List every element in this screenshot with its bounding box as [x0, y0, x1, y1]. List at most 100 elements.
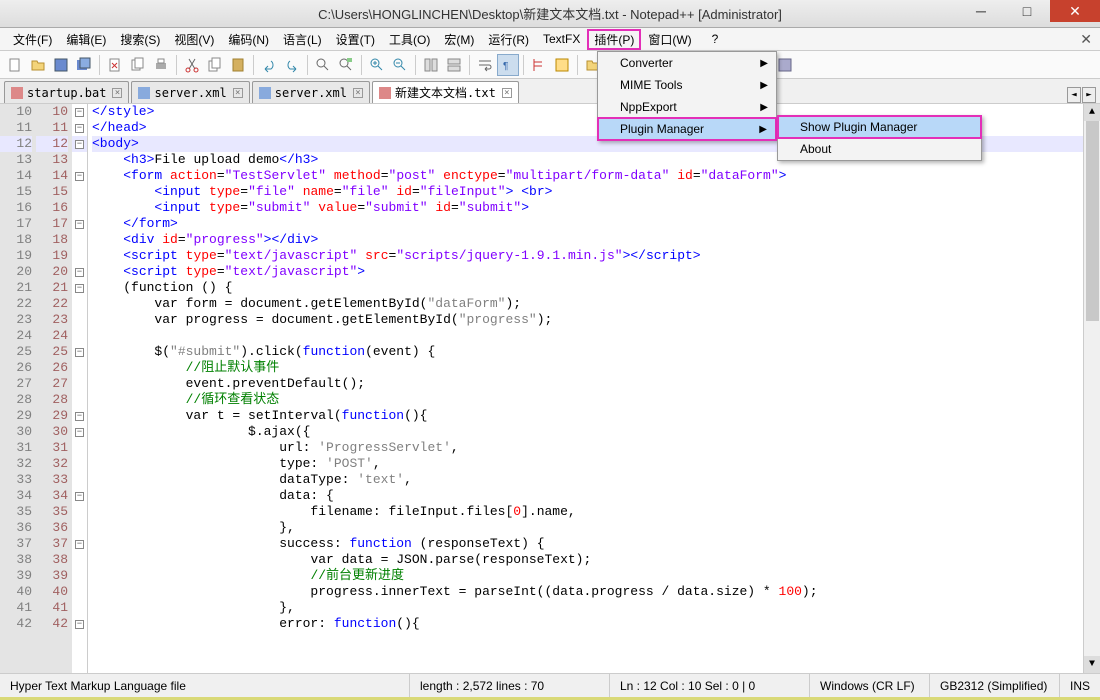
- close-all-icon[interactable]: [127, 54, 149, 76]
- code-line[interactable]: [92, 328, 1100, 344]
- code-line[interactable]: //阻止默认事件: [92, 360, 1100, 376]
- code-line[interactable]: (function () {: [92, 280, 1100, 296]
- minimize-button[interactable]: ─: [958, 0, 1004, 22]
- redo-icon[interactable]: [281, 54, 303, 76]
- menu-item-plugin-manager[interactable]: Plugin Manager▶: [598, 118, 776, 140]
- code-line[interactable]: url: 'ProgressServlet',: [92, 440, 1100, 456]
- gutter-fold[interactable]: −−−−−−−−−−−−−: [72, 104, 88, 673]
- code-line[interactable]: success: function (responseText) {: [92, 536, 1100, 552]
- code-line[interactable]: },: [92, 600, 1100, 616]
- status-eol[interactable]: Windows (CR LF): [810, 674, 930, 697]
- fold-toggle-icon[interactable]: −: [75, 284, 84, 293]
- menu-item-about[interactable]: About: [778, 138, 981, 160]
- status-encoding[interactable]: GB2312 (Simplified): [930, 674, 1060, 697]
- code-line[interactable]: //前台更新进度: [92, 568, 1100, 584]
- fold-toggle-icon[interactable]: −: [75, 412, 84, 421]
- file-tab[interactable]: server.xml×: [131, 81, 249, 103]
- editor-area[interactable]: 1011121314151617181920212223242526272829…: [0, 104, 1100, 673]
- tab-close-icon[interactable]: ×: [502, 88, 512, 98]
- code-line[interactable]: <input type="file" name="file" id="fileI…: [92, 184, 1100, 200]
- code-line[interactable]: <div id="progress"></div>: [92, 232, 1100, 248]
- close-file-icon[interactable]: [104, 54, 126, 76]
- file-tab[interactable]: 新建文本文档.txt×: [372, 81, 519, 103]
- code-line[interactable]: data: {: [92, 488, 1100, 504]
- undo-icon[interactable]: [258, 54, 280, 76]
- save-icon[interactable]: [50, 54, 72, 76]
- menu-item-show-plugin-manager[interactable]: Show Plugin Manager: [778, 116, 981, 138]
- fold-toggle-icon[interactable]: −: [75, 108, 84, 117]
- show-all-icon[interactable]: ¶: [497, 54, 519, 76]
- file-tab[interactable]: startup.bat×: [4, 81, 129, 103]
- fold-toggle-icon[interactable]: −: [75, 172, 84, 181]
- paste-icon[interactable]: [227, 54, 249, 76]
- scroll-down-icon[interactable]: ▼: [1084, 656, 1100, 673]
- file-tab[interactable]: server.xml×: [252, 81, 370, 103]
- menu-help[interactable]: ?: [705, 30, 726, 48]
- code-content[interactable]: </style></head><body> <h3>File upload de…: [88, 104, 1100, 673]
- zoom-out-icon[interactable]: [389, 54, 411, 76]
- save-macro-icon[interactable]: [774, 54, 796, 76]
- menu-item-converter[interactable]: Converter▶: [598, 52, 776, 74]
- code-line[interactable]: $("#submit").click(function(event) {: [92, 344, 1100, 360]
- menu-plugins[interactable]: 插件(P): [587, 29, 641, 50]
- menu-tools[interactable]: 工具(O): [382, 29, 437, 50]
- zoom-in-icon[interactable]: [366, 54, 388, 76]
- code-line[interactable]: },: [92, 520, 1100, 536]
- lang-icon[interactable]: [551, 54, 573, 76]
- menu-encoding[interactable]: 编码(N): [221, 29, 276, 50]
- code-line[interactable]: $.ajax({: [92, 424, 1100, 440]
- code-line[interactable]: <input type="submit" value="submit" id="…: [92, 200, 1100, 216]
- code-line[interactable]: //循环查看状态: [92, 392, 1100, 408]
- fold-toggle-icon[interactable]: −: [75, 540, 84, 549]
- new-file-icon[interactable]: [4, 54, 26, 76]
- menu-settings[interactable]: 设置(T): [329, 29, 382, 50]
- fold-toggle-icon[interactable]: −: [75, 492, 84, 501]
- fold-toggle-icon[interactable]: −: [75, 620, 84, 629]
- find-icon[interactable]: [312, 54, 334, 76]
- code-line[interactable]: <script type="text/javascript" src="scri…: [92, 248, 1100, 264]
- scroll-thumb[interactable]: [1086, 121, 1099, 321]
- tab-close-icon[interactable]: ×: [112, 88, 122, 98]
- code-line[interactable]: dataType: 'text',: [92, 472, 1100, 488]
- sync-h-icon[interactable]: [443, 54, 465, 76]
- menu-run[interactable]: 运行(R): [481, 29, 536, 50]
- fold-toggle-icon[interactable]: −: [75, 268, 84, 277]
- menu-edit[interactable]: 编辑(E): [59, 29, 113, 50]
- maximize-button[interactable]: □: [1004, 0, 1050, 22]
- code-line[interactable]: var progress = document.getElementById("…: [92, 312, 1100, 328]
- menu-file[interactable]: 文件(F): [6, 29, 59, 50]
- menu-language[interactable]: 语言(L): [276, 29, 329, 50]
- indent-guide-icon[interactable]: [528, 54, 550, 76]
- code-line[interactable]: type: 'POST',: [92, 456, 1100, 472]
- copy-icon[interactable]: [204, 54, 226, 76]
- code-line[interactable]: var data = JSON.parse(responseText);: [92, 552, 1100, 568]
- wrap-icon[interactable]: [474, 54, 496, 76]
- code-line[interactable]: </form>: [92, 216, 1100, 232]
- menu-item-nppexport[interactable]: NppExport▶: [598, 96, 776, 118]
- vertical-scrollbar[interactable]: ▲ ▼: [1083, 104, 1100, 673]
- fold-toggle-icon[interactable]: −: [75, 124, 84, 133]
- code-line[interactable]: var form = document.getElementById("data…: [92, 296, 1100, 312]
- menu-macro[interactable]: 宏(M): [437, 29, 481, 50]
- scroll-up-icon[interactable]: ▲: [1084, 104, 1100, 121]
- status-insert-mode[interactable]: INS: [1060, 674, 1100, 697]
- menu-item-mime-tools[interactable]: MIME Tools▶: [598, 74, 776, 96]
- replace-icon[interactable]: [335, 54, 357, 76]
- menu-search[interactable]: 搜索(S): [113, 29, 167, 50]
- fold-toggle-icon[interactable]: −: [75, 220, 84, 229]
- tab-close-icon[interactable]: ×: [353, 88, 363, 98]
- code-line[interactable]: filename: fileInput.files[0].name,: [92, 504, 1100, 520]
- cut-icon[interactable]: [181, 54, 203, 76]
- doc-close-icon[interactable]: ✕: [1080, 31, 1092, 48]
- code-line[interactable]: event.preventDefault();: [92, 376, 1100, 392]
- close-button[interactable]: ✕: [1050, 0, 1100, 22]
- code-line[interactable]: <form action="TestServlet" method="post"…: [92, 168, 1100, 184]
- code-line[interactable]: var t = setInterval(function(){: [92, 408, 1100, 424]
- code-line[interactable]: progress.innerText = parseInt((data.prog…: [92, 584, 1100, 600]
- menu-view[interactable]: 视图(V): [167, 29, 221, 50]
- sync-v-icon[interactable]: [420, 54, 442, 76]
- menu-window[interactable]: 窗口(W): [641, 29, 698, 50]
- fold-toggle-icon[interactable]: −: [75, 140, 84, 149]
- save-all-icon[interactable]: [73, 54, 95, 76]
- code-line[interactable]: error: function(){: [92, 616, 1100, 632]
